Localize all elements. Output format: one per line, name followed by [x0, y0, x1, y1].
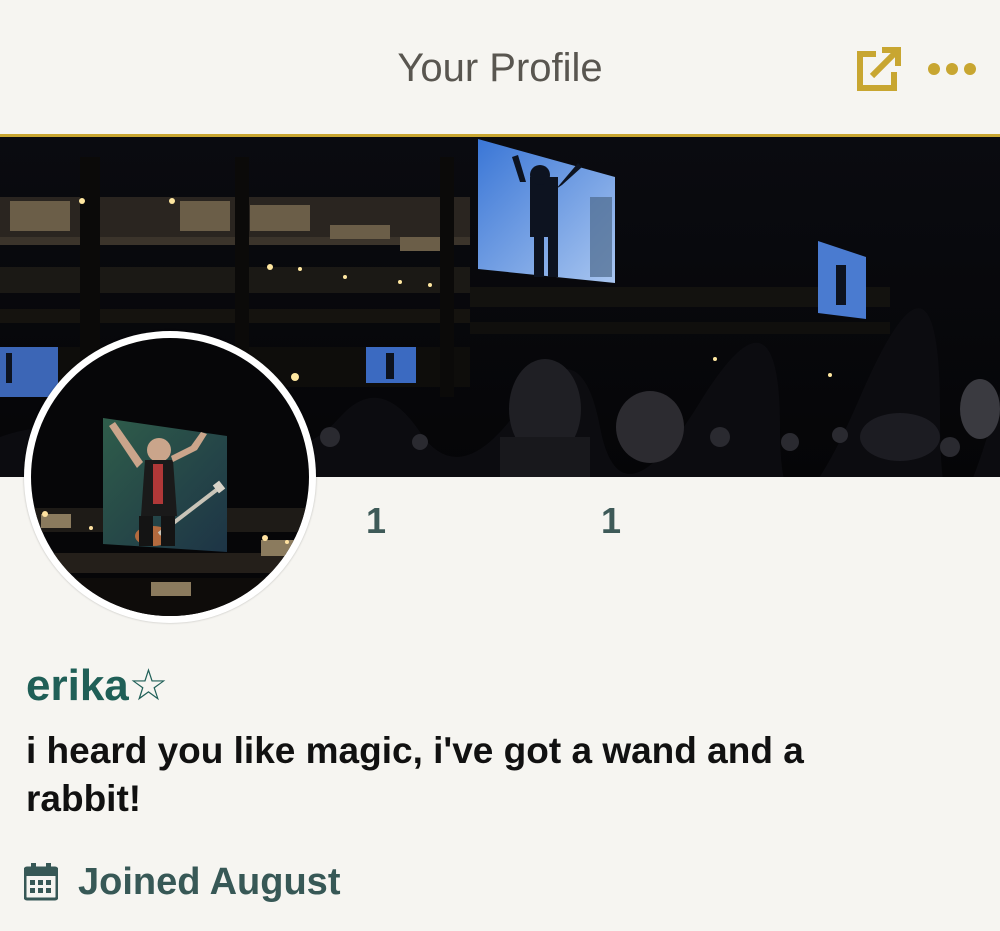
profile-bio: i heard you like magic, i've got a wand … [26, 730, 804, 819]
share-profile-button[interactable] [852, 46, 902, 96]
joined-date-label: Joined August [78, 860, 341, 903]
external-link-icon [857, 47, 901, 91]
more-options-button[interactable] [926, 56, 978, 82]
stat-count-second[interactable]: 1 [601, 500, 621, 542]
top-app-bar: Your Profile [0, 0, 1000, 134]
joined-date-row: Joined August [24, 854, 340, 910]
stat-count-first[interactable]: 1 [366, 500, 386, 542]
more-horizontal-icon [928, 63, 976, 75]
page-title: Your Profile [397, 46, 603, 90]
calendar-icon [24, 863, 58, 901]
profile-avatar[interactable] [24, 331, 316, 623]
profile-username: erika☆ [26, 661, 169, 710]
